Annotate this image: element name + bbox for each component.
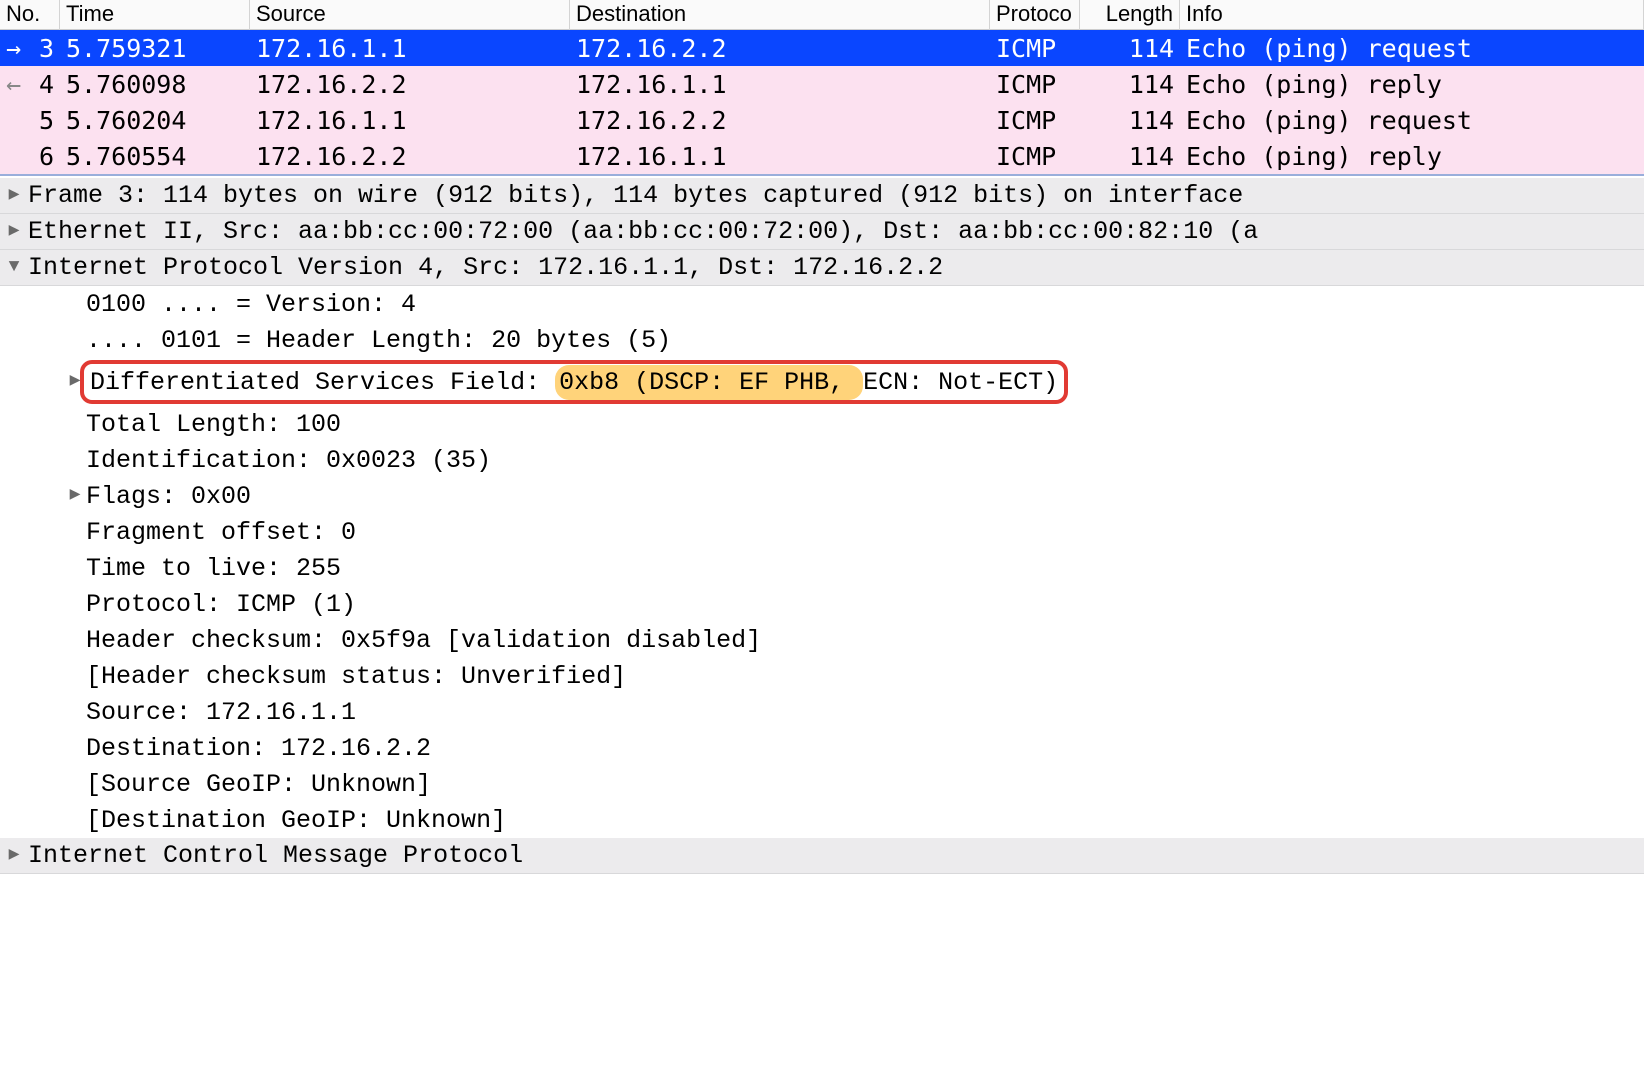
chevron-right-icon[interactable]: ▶ [0, 843, 28, 868]
detail-label: Fragment offset: 0 [86, 515, 356, 550]
col-header-length[interactable]: Length [1080, 0, 1180, 30]
detail-ipv4[interactable]: ▼ Internet Protocol Version 4, Src: 172.… [0, 250, 1644, 286]
cell-len: 114 [1080, 139, 1180, 174]
cell-time: 5.760554 [60, 139, 250, 174]
detail-label: ECN: Not-ECT) [863, 365, 1058, 400]
cell-info: Echo (ping) request [1180, 31, 1644, 66]
cell-len: 114 [1080, 103, 1180, 138]
col-header-source[interactable]: Source [250, 0, 570, 30]
cell-dst: 172.16.2.2 [570, 31, 990, 66]
detail-label: 0100 .... = Version: 4 [86, 287, 416, 322]
cell-time: 5.760204 [60, 103, 250, 138]
cell-len: 114 [1080, 31, 1180, 66]
detail-destination-geoip[interactable]: [Destination GeoIP: Unknown] [0, 802, 1644, 838]
detail-destination[interactable]: Destination: 172.16.2.2 [0, 730, 1644, 766]
packet-row[interactable]: → 3 5.759321 172.16.1.1 172.16.2.2 ICMP … [0, 30, 1644, 66]
cell-info: Echo (ping) reply [1180, 139, 1644, 174]
col-header-info[interactable]: Info [1180, 0, 1644, 30]
detail-label: Time to live: 255 [86, 551, 341, 586]
packet-row[interactable]: 5 5.760204 172.16.1.1 172.16.2.2 ICMP 11… [0, 102, 1644, 138]
detail-identification[interactable]: Identification: 0x0023 (35) [0, 442, 1644, 478]
detail-label: Internet Control Message Protocol [28, 838, 523, 873]
col-header-dest[interactable]: Destination [570, 0, 990, 30]
detail-checksum-status[interactable]: [Header checksum status: Unverified] [0, 658, 1644, 694]
packet-row[interactable]: 6 5.760554 172.16.2.2 172.16.1.1 ICMP 11… [0, 138, 1644, 174]
packet-list-pane: No. Time Source Destination Protoco Leng… [0, 0, 1644, 176]
detail-version[interactable]: 0100 .... = Version: 4 [0, 286, 1644, 322]
detail-header-length[interactable]: .... 0101 = Header Length: 20 bytes (5) [0, 322, 1644, 358]
chevron-right-icon[interactable]: ▶ [0, 219, 28, 244]
chevron-right-icon[interactable]: ▶ [64, 483, 86, 508]
cell-info: Echo (ping) request [1180, 103, 1644, 138]
highlight-text: 0xb8 (DSCP: EF PHB, [555, 365, 863, 400]
cell-no: 5 [24, 103, 60, 138]
packet-details-pane: ▶ Frame 3: 114 bytes on wire (912 bits),… [0, 176, 1644, 874]
cell-time: 5.760098 [60, 67, 250, 102]
chevron-right-icon[interactable]: ▶ [0, 183, 28, 208]
cell-prot: ICMP [990, 139, 1080, 174]
detail-ethernet[interactable]: ▶ Ethernet II, Src: aa:bb:cc:00:72:00 (a… [0, 214, 1644, 250]
cell-dst: 172.16.1.1 [570, 139, 990, 174]
cell-src: 172.16.2.2 [250, 139, 570, 174]
cell-src: 172.16.1.1 [250, 103, 570, 138]
detail-label: [Header checksum status: Unverified] [86, 659, 626, 694]
detail-icmp[interactable]: ▶ Internet Control Message Protocol [0, 838, 1644, 874]
detail-label: Ethernet II, Src: aa:bb:cc:00:72:00 (aa:… [28, 214, 1258, 249]
chevron-down-icon[interactable]: ▼ [0, 255, 28, 280]
detail-flags[interactable]: ▶ Flags: 0x00 [0, 478, 1644, 514]
detail-label: Protocol: ICMP (1) [86, 587, 356, 622]
detail-checksum[interactable]: Header checksum: 0x5f9a [validation disa… [0, 622, 1644, 658]
packet-row[interactable]: ← 4 5.760098 172.16.2.2 172.16.1.1 ICMP … [0, 66, 1644, 102]
cell-no: 6 [24, 139, 60, 174]
cell-info: Echo (ping) reply [1180, 67, 1644, 102]
detail-label: .... 0101 = Header Length: 20 bytes (5) [86, 323, 671, 358]
detail-total-length[interactable]: Total Length: 100 [0, 406, 1644, 442]
col-header-no[interactable]: No. [0, 0, 60, 30]
detail-protocol[interactable]: Protocol: ICMP (1) [0, 586, 1644, 622]
detail-label: Source: 172.16.1.1 [86, 695, 356, 730]
arrow-right-icon: → [0, 31, 24, 66]
detail-label: Destination: 172.16.2.2 [86, 731, 431, 766]
col-header-proto[interactable]: Protoco [990, 0, 1080, 30]
detail-label: Flags: 0x00 [86, 479, 251, 514]
arrow-left-icon: ← [0, 67, 24, 102]
cell-dst: 172.16.2.2 [570, 103, 990, 138]
detail-label: Frame 3: 114 bytes on wire (912 bits), 1… [28, 178, 1243, 213]
cell-len: 114 [1080, 67, 1180, 102]
detail-label: Identification: 0x0023 (35) [86, 443, 491, 478]
cell-dst: 172.16.1.1 [570, 67, 990, 102]
cell-no: 3 [24, 31, 60, 66]
detail-label: Header checksum: 0x5f9a [validation disa… [86, 623, 761, 658]
detail-frame[interactable]: ▶ Frame 3: 114 bytes on wire (912 bits),… [0, 178, 1644, 214]
detail-source[interactable]: Source: 172.16.1.1 [0, 694, 1644, 730]
detail-label: Internet Protocol Version 4, Src: 172.16… [28, 250, 943, 285]
detail-label: Differentiated Services Field: [90, 365, 555, 400]
detail-ttl[interactable]: Time to live: 255 [0, 550, 1644, 586]
col-header-time[interactable]: Time [60, 0, 250, 30]
cell-prot: ICMP [990, 31, 1080, 66]
cell-src: 172.16.2.2 [250, 67, 570, 102]
packet-list-header: No. Time Source Destination Protoco Leng… [0, 0, 1644, 30]
cell-prot: ICMP [990, 103, 1080, 138]
cell-no: 4 [24, 67, 60, 102]
cell-time: 5.759321 [60, 31, 250, 66]
cell-prot: ICMP [990, 67, 1080, 102]
detail-label: Total Length: 100 [86, 407, 341, 442]
highlight-box: Differentiated Services Field: 0xb8 (DSC… [80, 360, 1068, 404]
detail-source-geoip[interactable]: [Source GeoIP: Unknown] [0, 766, 1644, 802]
detail-label: [Source GeoIP: Unknown] [86, 767, 431, 802]
cell-src: 172.16.1.1 [250, 31, 570, 66]
detail-dsfield[interactable]: ▶ Differentiated Services Field: 0xb8 (D… [0, 358, 1644, 406]
detail-label: [Destination GeoIP: Unknown] [86, 803, 506, 838]
detail-fragment-offset[interactable]: Fragment offset: 0 [0, 514, 1644, 550]
